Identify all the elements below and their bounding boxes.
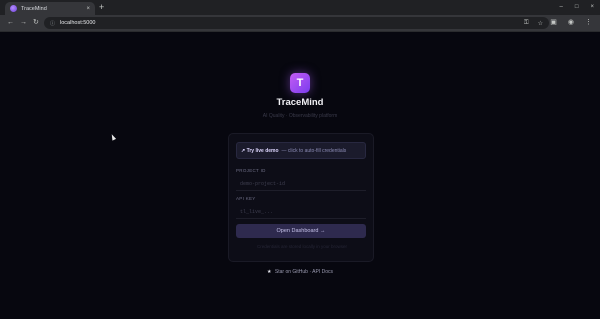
- menu-icon[interactable]: ⋮: [585, 19, 592, 27]
- minimize-icon[interactable]: –: [560, 3, 563, 11]
- profile-icon[interactable]: ◉: [568, 19, 574, 27]
- forward-icon[interactable]: →: [20, 19, 27, 27]
- login-card: ↗ Try live demo — click to auto-fill cre…: [228, 133, 374, 262]
- footer-text[interactable]: Star on GitHub · API Docs: [275, 269, 333, 275]
- api-key-label: API KEY: [236, 196, 256, 201]
- logo-icon: T: [290, 73, 310, 93]
- close-window-icon[interactable]: ×: [590, 3, 594, 11]
- tab-close-icon[interactable]: ×: [86, 6, 90, 12]
- api-key-input[interactable]: tl_live_...: [236, 205, 366, 219]
- bookmark-star-icon[interactable]: ☆: [538, 20, 543, 27]
- project-id-input[interactable]: demo-project-id: [236, 177, 366, 191]
- window-controls: – □ ×: [560, 3, 594, 11]
- demo-banner[interactable]: ↗ Try live demo — click to auto-fill cre…: [236, 142, 366, 159]
- browser-toolbar: ← → ↻ ⓘ localhost:5000 ⚿ ☆ ▣ ◉ ⋮: [0, 15, 600, 32]
- reload-icon[interactable]: ↻: [33, 19, 39, 27]
- new-tab-button[interactable]: +: [99, 3, 104, 12]
- tagline: AI Quality · Observability platform: [262, 113, 338, 119]
- footer-links[interactable]: ★ Star on GitHub · API Docs: [0, 269, 600, 275]
- api-key-placeholder: tl_live_...: [240, 208, 274, 215]
- credentials-note: Credentials are stored locally in your b…: [256, 244, 348, 249]
- browser-tab[interactable]: TraceMind ×: [5, 2, 95, 15]
- project-id-label: PROJECT ID: [236, 168, 266, 173]
- demo-title[interactable]: ↗ Try live demo: [241, 148, 279, 154]
- back-icon[interactable]: ←: [7, 19, 14, 27]
- page: T TraceMind AI Quality · Observability p…: [0, 33, 600, 319]
- project-id-placeholder: demo-project-id: [240, 180, 286, 187]
- browser-tabbar: TraceMind × + – □ ×: [0, 0, 600, 15]
- favicon-icon: [10, 5, 17, 12]
- tab-title: TraceMind: [21, 5, 47, 12]
- open-dashboard-button[interactable]: Open Dashboard →: [236, 224, 366, 238]
- address-bar[interactable]: ⓘ localhost:5000 ⚿ ☆: [44, 17, 549, 29]
- app-name: TraceMind: [276, 97, 324, 108]
- url-text[interactable]: localhost:5000: [60, 20, 524, 26]
- key-icon[interactable]: ⚿: [524, 20, 529, 27]
- site-info-icon[interactable]: ⓘ: [50, 20, 55, 27]
- tab-search-icon[interactable]: ▣: [550, 19, 557, 27]
- demo-description[interactable]: — click to auto-fill credentials: [282, 148, 347, 154]
- github-star-icon: ★: [267, 269, 272, 275]
- maximize-icon[interactable]: □: [575, 3, 579, 11]
- mouse-cursor: [109, 133, 117, 141]
